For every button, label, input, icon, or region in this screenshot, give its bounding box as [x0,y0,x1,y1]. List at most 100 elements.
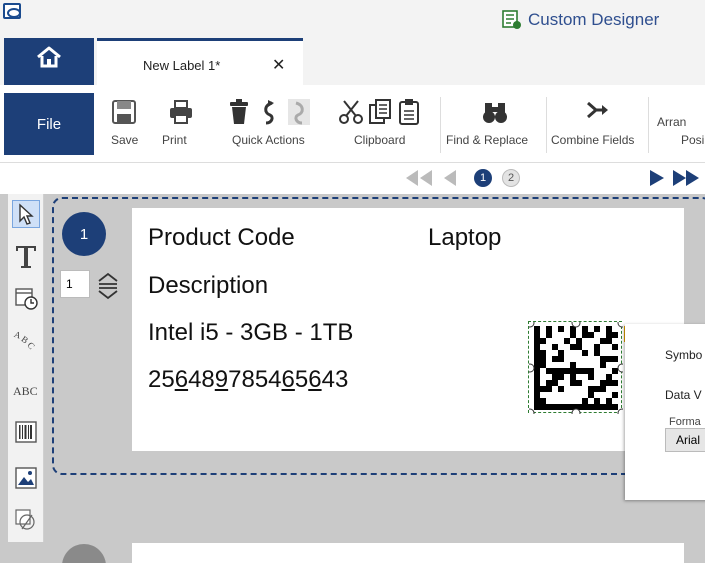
product-code-value[interactable]: Laptop [428,224,501,252]
copy-icon[interactable] [368,99,392,125]
quick-actions-group: Quick Actions [224,93,324,155]
last-page-icon[interactable] [672,169,705,187]
text-box-tool[interactable]: ABC [12,376,40,404]
find-replace-button[interactable]: Find & Replace [442,93,546,155]
paste-icon[interactable] [398,99,420,125]
window-title: Custom Designer [502,10,659,30]
digit-group: 48 [188,366,215,393]
description-value[interactable]: Intel i5 - 3GB - 1TB [148,319,353,347]
previous-page-icon[interactable] [442,169,458,187]
clipboard-label: Clipboard [354,133,406,147]
datamatrix-icon [525,318,627,418]
page-navigator: 1 2 [0,163,705,194]
app-window: Custom Designer New Label 1* ✕ File Save… [0,0,705,563]
print-quantity-input[interactable]: 1 [60,270,90,298]
object-toolbox: A B C ABC [8,194,44,542]
clipboard-group: Clipboard [338,93,438,155]
image-tool[interactable] [12,464,40,492]
label-surface[interactable]: Product Code Laptop Description Intel i5… [132,208,684,451]
page-1-button[interactable]: 1 [474,169,492,187]
curved-text-icon: A B C [13,329,37,351]
position-label: Posi [681,133,705,147]
binoculars-icon [483,103,507,123]
page-1-number: 1 [479,172,487,184]
record-number-badge: 1 [62,212,106,256]
page-2-button[interactable]: 2 [502,169,520,187]
pointer-icon [19,203,34,225]
tab-bar: New Label 1* ✕ [0,38,705,85]
home-button[interactable] [4,38,94,85]
find-replace-label: Find & Replace [446,133,529,147]
font-family-value: Arial [676,433,701,447]
date-time-tool[interactable] [12,284,40,312]
undo-icon[interactable] [260,99,278,125]
redo-icon[interactable] [288,99,310,125]
barcode-properties-panel: Symbo Data V Forma Arial [625,324,705,500]
print-icon [170,100,192,124]
barcode-tool[interactable] [12,418,40,446]
digit-group: 25 [148,366,175,393]
file-button-label: File [36,115,62,133]
combine-fields-label: Combine Fields [551,133,635,147]
print-button[interactable]: Print [160,93,200,155]
print-label: Print [162,133,187,147]
ribbon-separator [648,97,649,153]
ribbon-separator [440,97,441,153]
save-button[interactable]: Save [104,93,144,155]
text-tool[interactable] [12,242,40,270]
quantity-stepper-icon[interactable] [96,270,120,300]
digit-group: 7854 [228,366,282,393]
shape-tool[interactable] [12,506,40,534]
design-canvas: A B C ABC 1 1 Product Code Laptop Descri… [0,194,705,563]
file-button[interactable]: File [4,93,94,155]
digit-group: 43 [321,366,349,393]
font-family-select[interactable]: Arial [665,428,705,452]
format-label: Forma [669,416,701,428]
combine-fields-button[interactable]: Combine Fields [548,93,648,155]
tab-label: New Label 1* [143,58,221,73]
abc-text-icon: ABC [13,384,38,398]
save-label: Save [111,133,139,147]
barcode-number-text[interactable]: 256489785465643 [148,366,348,394]
label-surface-2[interactable] [132,543,684,563]
product-code-label[interactable]: Product Code [148,224,295,252]
underlined-digit: 6 [308,366,322,393]
select-tool[interactable] [12,200,40,228]
ribbon-toolbar: File Save Print Quick Actions Clipboard … [0,85,705,163]
record-number: 1 [79,225,89,243]
shape-icon [15,509,35,530]
page-2-number: 2 [507,172,515,184]
custom-designer-icon [502,10,521,29]
title-bar: Custom Designer [0,0,705,38]
text-icon [16,246,36,268]
symbology-label: Symbo [665,348,703,362]
description-label[interactable]: Description [148,272,268,300]
window-title-text: Custom Designer [528,10,660,29]
underlined-digit: 6 [174,366,189,393]
print-quantity-value: 1 [66,277,73,291]
data-value-label: Data V [665,388,702,402]
cut-icon[interactable] [338,99,364,125]
arrange-button[interactable]: Arran Posi [652,93,705,155]
record-number-badge-2 [62,544,106,563]
underlined-digit: 9 [214,366,229,393]
close-tab-icon[interactable]: ✕ [272,55,285,75]
home-icon [37,46,61,68]
calendar-clock-icon [15,288,38,310]
datamatrix-barcode[interactable] [525,318,627,418]
svg-text:ABC: ABC [13,384,38,398]
svg-text:C: C [25,340,37,351]
delete-icon[interactable] [228,99,250,125]
quick-actions-label: Quick Actions [232,133,305,147]
next-page-icon[interactable] [648,169,666,187]
barcode-icon [15,421,37,443]
tab-new-label-1[interactable]: New Label 1* ✕ [97,38,303,85]
image-icon [15,467,37,489]
first-page-icon[interactable] [404,169,434,187]
save-icon [112,100,136,124]
curved-text-tool[interactable]: A B C [12,326,40,354]
combine-fields-icon [587,101,608,119]
app-logo-icon [3,3,21,19]
ribbon-separator [546,97,547,153]
digit-group: 5 [294,366,309,393]
